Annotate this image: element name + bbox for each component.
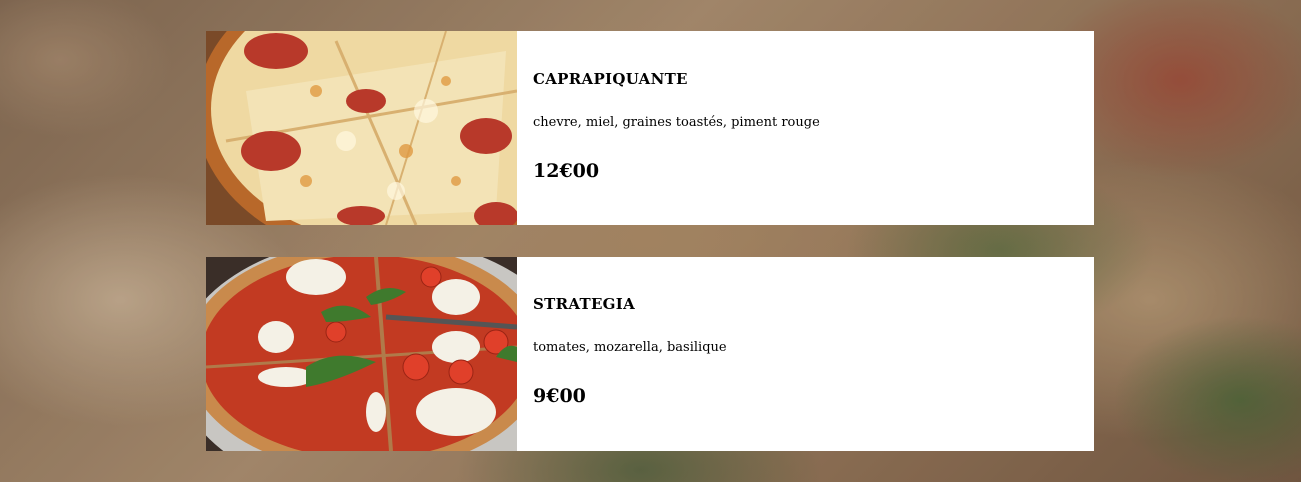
- pizza-price: 12€00: [533, 160, 600, 182]
- pizza-menu-list: CAPRAPIQUANTE chevre, miel, graines toas…: [206, 31, 1094, 451]
- pizza-price: 9€00: [533, 385, 586, 407]
- menu-item-info: CAPRAPIQUANTE chevre, miel, graines toas…: [517, 31, 836, 225]
- pizza-pepperoni-photo: [206, 31, 517, 225]
- pizza-ingredients: tomates, mozarella, basilique: [533, 340, 727, 355]
- pizza-margherita-photo: [206, 257, 517, 451]
- menu-item-caprapiquante[interactable]: CAPRAPIQUANTE chevre, miel, graines toas…: [206, 31, 1094, 225]
- menu-item-strategia[interactable]: STRATEGIA tomates, mozarella, basilique …: [206, 257, 1094, 451]
- pizza-name: STRATEGIA: [533, 295, 636, 313]
- pizza-name: CAPRAPIQUANTE: [533, 70, 688, 88]
- pizza-ingredients: chevre, miel, graines toastés, piment ro…: [533, 115, 820, 130]
- menu-item-info: STRATEGIA tomates, mozarella, basilique …: [517, 257, 743, 451]
